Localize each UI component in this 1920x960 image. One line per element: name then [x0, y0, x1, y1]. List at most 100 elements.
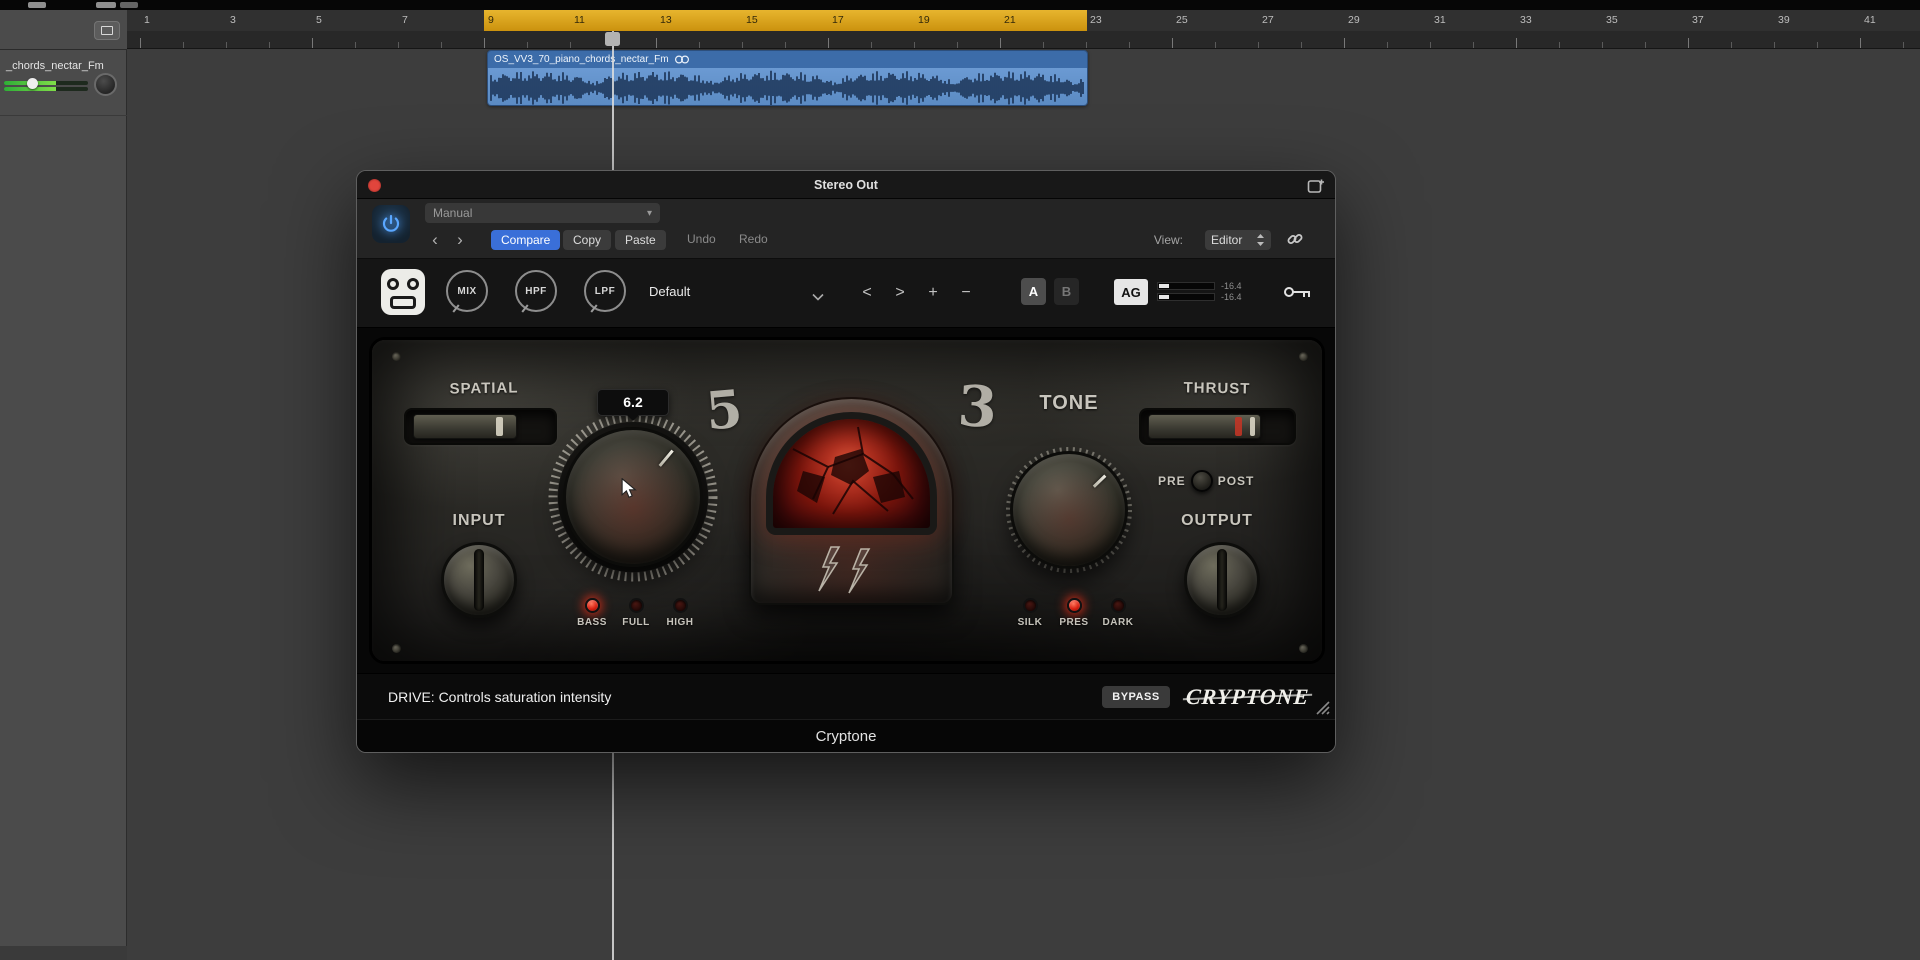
region-body	[488, 68, 1087, 106]
reel-icon	[387, 278, 399, 290]
ruler-tick	[1516, 38, 1517, 48]
led-indicator	[1023, 598, 1038, 613]
tone-needle	[1092, 474, 1106, 487]
spatial-slider-handle[interactable]	[413, 414, 517, 439]
led-dark[interactable]: DARK	[1096, 598, 1140, 628]
ruler-tick	[140, 38, 141, 48]
led-label: SILK	[1018, 617, 1043, 628]
bar-number: 23	[1090, 14, 1102, 26]
add-preset-button[interactable]: +	[921, 280, 945, 306]
ruler-tick	[312, 38, 313, 48]
link-icon[interactable]	[1285, 229, 1305, 252]
compare-button[interactable]: Compare	[491, 230, 560, 250]
slider-stripe	[1250, 417, 1255, 436]
playhead-handle[interactable]	[605, 32, 620, 46]
remove-preset-button[interactable]: −	[954, 280, 978, 306]
next-setting-arrow[interactable]: ›	[450, 229, 470, 250]
bar-number: 41	[1864, 14, 1876, 26]
view-dropdown[interactable]: Editor	[1205, 230, 1271, 250]
bar-number: 5	[316, 14, 322, 26]
meter-value-bottom: -16.4	[1221, 292, 1242, 303]
plugin-titlebar[interactable]: Stereo Out	[357, 171, 1335, 199]
led-indicator	[585, 598, 600, 613]
ruler-tick	[1774, 42, 1775, 48]
ruler-tick	[1215, 42, 1216, 48]
furnace-window	[749, 397, 954, 605]
spatial-label: SPATIAL	[434, 379, 534, 398]
auto-gain-button[interactable]: AG	[1114, 279, 1148, 305]
ruler-options-button[interactable]	[94, 21, 120, 40]
ab-b-button[interactable]: B	[1054, 278, 1079, 305]
ruler-tick	[1903, 42, 1904, 48]
lpf-knob[interactable]: LPF	[584, 270, 626, 312]
thrust-slider[interactable]	[1139, 408, 1296, 445]
bypass-button[interactable]: BYPASS	[1102, 686, 1169, 708]
pre-post-switch[interactable]: PRE POST	[1158, 470, 1254, 492]
ab-a-button[interactable]: A	[1021, 278, 1046, 305]
thrust-label: THRUST	[1167, 379, 1267, 398]
plugin-panel: SPATIAL INPUT	[357, 328, 1335, 673]
led-high[interactable]: HIGH	[658, 598, 702, 628]
ruler-tick	[1043, 42, 1044, 48]
ruler-tick	[355, 42, 356, 48]
led-label: DARK	[1103, 617, 1134, 628]
led-pres[interactable]: PRES	[1052, 598, 1096, 628]
spatial-slider[interactable]	[404, 408, 557, 445]
thrust-slider-handle[interactable]	[1148, 414, 1261, 439]
led-label: BASS	[577, 617, 607, 628]
automation-dropdown[interactable]: Manual ▾	[425, 203, 660, 223]
bar-number: 21	[1004, 14, 1016, 26]
preset-chevron-icon[interactable]	[812, 288, 824, 306]
prev-preset-button[interactable]: <	[855, 280, 879, 306]
resize-grip[interactable]	[1314, 699, 1330, 715]
prev-setting-arrow[interactable]: ‹	[425, 229, 445, 250]
audio-region[interactable]: OS_VV3_70_piano_chords_nectar_Fm	[487, 50, 1088, 106]
key-icon[interactable]	[1283, 284, 1313, 303]
scratch-number-5: 5	[703, 379, 744, 443]
track-name: _chords_nectar_Fm	[6, 60, 104, 72]
menu-bar	[0, 0, 1920, 10]
ruler-tick	[570, 42, 571, 48]
ruler-tick	[1344, 38, 1345, 48]
ruler-ticks	[127, 31, 1920, 49]
meter-bar	[1157, 293, 1215, 301]
power-button[interactable]	[372, 205, 410, 243]
preset-name[interactable]: Default	[649, 284, 690, 299]
add-window-icon[interactable]	[1307, 178, 1325, 199]
ruler-tick	[1688, 38, 1689, 48]
mix-label: MIX	[457, 286, 476, 297]
led-bass[interactable]: BASS	[570, 598, 614, 628]
slider-stripe	[496, 417, 503, 436]
timeline-ruler[interactable]: 1357911131517192123252729313335373941	[127, 10, 1920, 49]
hpf-knob[interactable]: HPF	[515, 270, 557, 312]
tone-knob[interactable]	[1010, 451, 1128, 569]
ruler-tick	[183, 42, 184, 48]
ruler-tick	[828, 38, 829, 48]
pre-post-toggle-knob[interactable]	[1191, 470, 1213, 492]
ruler-tick	[1559, 42, 1560, 48]
screw-icon	[392, 352, 401, 361]
volume-fader-handle[interactable]	[27, 78, 38, 89]
pan-knob[interactable]	[94, 73, 117, 96]
recorder-icon[interactable]	[381, 269, 425, 315]
next-preset-button[interactable]: >	[888, 280, 912, 306]
reel-icon	[407, 278, 419, 290]
waveform	[489, 68, 1086, 106]
mouse-cursor	[620, 478, 638, 500]
level-meter-right	[4, 87, 88, 91]
output-knob[interactable]	[1184, 542, 1260, 618]
mix-knob[interactable]: MIX	[446, 270, 488, 312]
led-full[interactable]: FULL	[614, 598, 658, 628]
bar-number: 27	[1262, 14, 1274, 26]
input-knob[interactable]	[441, 542, 517, 618]
bar-number: 15	[746, 14, 758, 26]
track-header[interactable]: _chords_nectar_Fm	[0, 50, 127, 116]
lpf-label: LPF	[595, 286, 615, 297]
undo-button[interactable]: Undo	[687, 232, 716, 246]
copy-button[interactable]: Copy	[563, 230, 611, 250]
ruler-tick	[1129, 42, 1130, 48]
paste-button[interactable]: Paste	[615, 230, 666, 250]
knob-slot	[1217, 549, 1227, 611]
led-silk[interactable]: SILK	[1008, 598, 1052, 628]
redo-button[interactable]: Redo	[739, 232, 768, 246]
